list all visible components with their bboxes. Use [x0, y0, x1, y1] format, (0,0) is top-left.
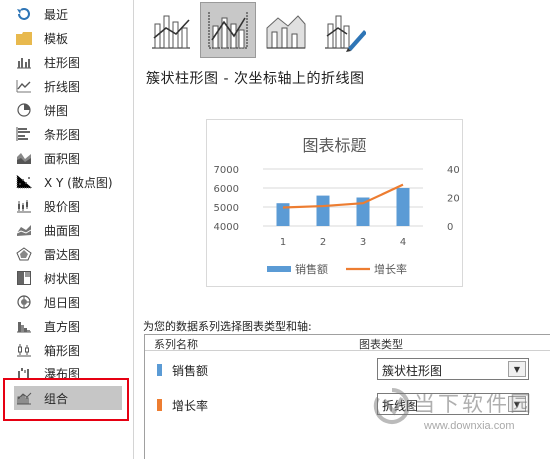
bar — [316, 195, 330, 226]
pie-chart-icon — [14, 102, 34, 118]
subtype-custom-combination[interactable] — [316, 2, 372, 58]
subtype-clustered-column-line[interactable] — [143, 2, 199, 58]
series-grid: 系列名称 图表类型 销售额 簇状柱形图 ▼ 增长率 折线图 ▼ — [144, 334, 550, 459]
series-name: 销售额 — [172, 364, 209, 378]
box-whisker-chart-icon — [14, 342, 34, 358]
x-tick-label: 1 — [280, 237, 286, 248]
y-secondary-tick-label: 0 — [447, 222, 453, 233]
subtype-stacked-area-column[interactable] — [258, 2, 314, 58]
stock-chart-icon — [14, 198, 34, 214]
sidebar-item-label: 曲面图 — [44, 223, 81, 238]
combo-highlight-frame — [3, 378, 129, 421]
series-color-swatch — [157, 364, 162, 376]
sidebar-divider — [133, 0, 134, 459]
y-primary-tick-label: 5000 — [214, 203, 239, 214]
folder-icon — [14, 30, 34, 46]
sidebar-item-label: 最近 — [44, 7, 69, 22]
sidebar-item-label: X Y (散点图) — [44, 175, 113, 190]
sidebar-item-label: 面积图 — [44, 151, 81, 166]
y-primary-tick-label: 6000 — [214, 184, 239, 195]
y-primary-tick-label: 7000 — [214, 165, 239, 176]
chart-type-dropdown-sales[interactable]: 簇状柱形图 ▼ — [377, 358, 529, 380]
chart-preview: 图表标题 7000 6000 5000 4000 40 20 0 1 2 3 4 销售额 增长率 — [206, 119, 463, 287]
sidebar-item-label: 饼图 — [44, 103, 69, 118]
recent-icon — [14, 6, 34, 22]
dropdown-value: 簇状柱形图 — [382, 364, 443, 378]
sunburst-chart-icon — [14, 294, 34, 310]
dropdown-value: 折线图 — [382, 399, 419, 413]
y-secondary-tick-label: 20 — [447, 194, 460, 205]
legend-swatch-bar — [267, 266, 291, 272]
sidebar-item-area[interactable]: 面积图 — [14, 147, 122, 169]
y-primary-tick-label: 4000 — [214, 222, 239, 233]
legend-label: 增长率 — [374, 262, 407, 276]
stacked-area-clustered-column-icon — [266, 15, 306, 49]
series-name: 增长率 — [172, 399, 209, 413]
series-row-sales: 销售额 簇状柱形图 ▼ — [145, 358, 550, 382]
column-chart-icon — [14, 54, 34, 70]
sidebar-item-label: 折线图 — [44, 79, 81, 94]
sidebar-item-boxwhisker[interactable]: 箱形图 — [14, 339, 122, 361]
dropdown-arrow-icon[interactable]: ▼ — [508, 361, 526, 377]
series-section-caption: 为您的数据系列选择图表类型和轴: — [143, 320, 312, 333]
sidebar-item-label: 雷达图 — [44, 247, 81, 262]
y-secondary-tick-label: 40 — [447, 165, 460, 176]
sidebar-item-treemap[interactable]: 树状图 — [14, 267, 122, 289]
dropdown-arrow-icon[interactable]: ▼ — [508, 396, 526, 412]
sidebar-item-recent[interactable]: 最近 — [14, 3, 122, 25]
custom-combination-icon — [325, 15, 366, 52]
sidebar-item-label: 股价图 — [44, 199, 81, 214]
x-tick-label: 2 — [320, 237, 326, 248]
treemap-chart-icon — [14, 270, 34, 286]
x-tick-label: 3 — [360, 237, 366, 248]
sidebar-item-label: 柱形图 — [44, 55, 81, 70]
sidebar-item-label: 旭日图 — [44, 295, 81, 310]
chart-type-dropdown-growth[interactable]: 折线图 ▼ — [377, 393, 529, 415]
sidebar-item-pie[interactable]: 饼图 — [14, 99, 122, 121]
sidebar-item-label: 树状图 — [44, 271, 81, 286]
sidebar-item-bar[interactable]: 条形图 — [14, 123, 122, 145]
chart-svg: 7000 6000 5000 4000 40 20 0 1 2 3 4 销售额 增长率 — [214, 165, 460, 276]
radar-chart-icon — [14, 246, 34, 262]
series-color-swatch — [157, 399, 162, 411]
x-tick-label: 4 — [400, 237, 406, 248]
series-row-growth: 增长率 折线图 ▼ — [145, 393, 550, 417]
area-chart-icon — [14, 150, 34, 166]
sidebar-item-label: 箱形图 — [44, 343, 81, 358]
sidebar-item-scatter[interactable]: X Y (散点图) — [14, 171, 122, 193]
bar-chart-icon — [14, 126, 34, 142]
sidebar-item-column[interactable]: 柱形图 — [14, 51, 122, 73]
sidebar-item-label: 模板 — [44, 31, 69, 46]
line-chart-icon — [14, 78, 34, 94]
col-header-series-name: 系列名称 — [154, 338, 198, 351]
series-grid-header: 系列名称 图表类型 — [145, 335, 550, 351]
col-header-chart-type: 图表类型 — [359, 338, 403, 351]
sidebar-item-templates[interactable]: 模板 — [14, 27, 122, 49]
histogram-chart-icon — [14, 318, 34, 334]
chart-subtype-title: 簇状柱形图 - 次坐标轴上的折线图 — [146, 71, 365, 87]
subtype-column-line-secondary[interactable] — [200, 2, 256, 58]
sidebar-item-sunburst[interactable]: 旭日图 — [14, 291, 122, 313]
scatter-chart-icon — [14, 174, 34, 190]
bar — [396, 188, 410, 226]
sidebar-item-stock[interactable]: 股价图 — [14, 195, 122, 217]
sidebar-item-surface[interactable]: 曲面图 — [14, 219, 122, 241]
surface-chart-icon — [14, 222, 34, 238]
column-line-secondary-axis-icon — [208, 12, 248, 49]
sidebar-item-line[interactable]: 折线图 — [14, 75, 122, 97]
sidebar-item-histogram[interactable]: 直方图 — [14, 315, 122, 337]
sidebar-item-radar[interactable]: 雷达图 — [14, 243, 122, 265]
clustered-column-line-icon — [152, 15, 190, 49]
legend-label: 销售额 — [295, 262, 328, 276]
sidebar-item-label: 直方图 — [44, 319, 81, 334]
sidebar-item-label: 条形图 — [44, 127, 81, 142]
